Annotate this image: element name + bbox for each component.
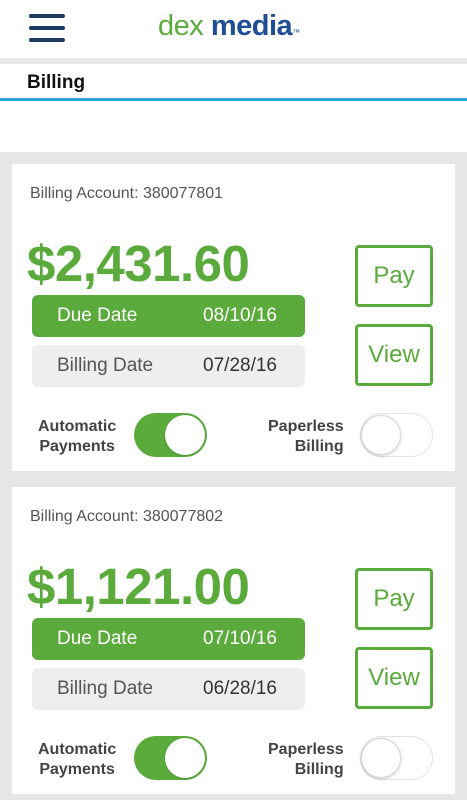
hamburger-menu-icon[interactable] — [29, 14, 65, 44]
automatic-payments-toggle[interactable] — [134, 736, 207, 780]
balance-amount: $2,431.60 — [27, 235, 250, 292]
pay-button[interactable]: Pay — [355, 568, 433, 630]
balance-amount: $1,121.00 — [27, 558, 250, 615]
paperless-billing-toggle[interactable] — [360, 736, 433, 780]
billing-date-value: 06/28/16 — [203, 678, 277, 699]
automatic-payments-label: Automatic Payments — [38, 741, 117, 778]
pay-button[interactable]: Pay — [355, 245, 433, 307]
due-date-label: Due Date — [57, 628, 138, 649]
billing-date-label: Billing Date — [57, 678, 154, 699]
paperless-billing-label: Paperless Billing — [268, 418, 344, 455]
paperless-billing-label: Paperless Billing — [268, 741, 344, 778]
billing-account-number: Billing Account: 380077801 — [30, 185, 224, 202]
title-underline — [0, 98, 467, 101]
due-date-row: Due Date 07/10/16 — [32, 618, 305, 660]
dex-media-logo: dex media™ — [158, 10, 300, 42]
billing-date-label: Billing Date — [57, 355, 154, 376]
due-date-value: 07/10/16 — [203, 628, 277, 649]
billing-account-card: Billing Account: 380077801 $2,431.60 Due… — [12, 164, 455, 471]
automatic-payments-label: Automatic Payments — [38, 418, 117, 455]
billing-date-row: Billing Date 07/28/16 — [32, 345, 305, 387]
due-date-row: Due Date 08/10/16 — [32, 295, 305, 337]
paperless-billing-toggle[interactable] — [360, 413, 433, 457]
billing-account-card: Billing Account: 380077802 $1,121.00 Due… — [12, 487, 455, 794]
view-button[interactable]: View — [355, 324, 433, 386]
view-button[interactable]: View — [355, 647, 433, 709]
automatic-payments-toggle[interactable] — [134, 413, 207, 457]
billing-date-row: Billing Date 06/28/16 — [32, 668, 305, 710]
billing-date-value: 07/28/16 — [203, 355, 277, 376]
top-bar: dex media™ — [0, 0, 467, 58]
due-date-value: 08/10/16 — [203, 305, 277, 326]
header-separator — [0, 58, 467, 64]
due-date-label: Due Date — [57, 305, 138, 326]
billing-account-number: Billing Account: 380077802 — [30, 508, 224, 525]
page-title: Billing — [27, 72, 86, 93]
